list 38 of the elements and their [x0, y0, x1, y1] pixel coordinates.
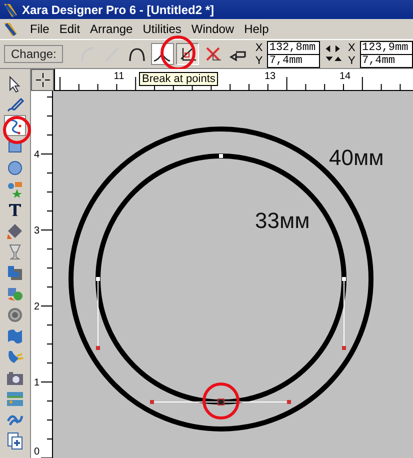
y-field[interactable]: 7,4mm: [360, 54, 413, 68]
ruler-label: 0: [34, 446, 40, 458]
highlight-circle: [202, 382, 240, 420]
ruler-label: 13: [264, 71, 276, 82]
node-handle[interactable]: [219, 154, 223, 158]
change-label: Change:: [4, 45, 64, 63]
menu-item[interactable]: Edit: [54, 22, 86, 36]
ruler-label: 1: [34, 378, 40, 388]
ruler-label: 2: [34, 302, 40, 312]
y-label: Y: [255, 54, 264, 66]
tooltip: Break at points: [139, 72, 218, 86]
node-handle[interactable]: [96, 277, 100, 281]
ruler-label: 11: [114, 71, 124, 82]
highlight-circle: [160, 35, 196, 71]
x-field[interactable]: 132,8mm: [267, 40, 320, 54]
ruler-label: 4: [34, 150, 40, 160]
app-logo-icon: [3, 2, 19, 18]
menu-item[interactable]: Utilities: [138, 22, 186, 36]
ruler-origin-icon[interactable]: [31, 69, 54, 91]
x-label: X: [348, 42, 356, 54]
dimension-label: 40мм: [329, 145, 384, 171]
y-label: Y: [348, 54, 356, 66]
x-field[interactable]: 123,9mm: [360, 40, 413, 54]
selected-node[interactable]: [218, 398, 224, 406]
menu-item[interactable]: Help: [239, 22, 274, 36]
menu-item[interactable]: File: [25, 22, 54, 36]
dimension-label: 33мм: [255, 208, 310, 234]
app-logo-icon[interactable]: [3, 21, 19, 37]
x-label: X: [255, 42, 264, 54]
ruler-label: 3: [34, 226, 40, 236]
smooth-icon: [127, 45, 148, 63]
y-field[interactable]: 7,4mm: [267, 54, 320, 68]
menu-item[interactable]: Window: [186, 22, 240, 36]
highlight-circle: [2, 115, 32, 145]
menu-item[interactable]: Arrange: [85, 22, 138, 36]
window-title: Xara Designer Pro 6 - [Untitled2 *]: [22, 2, 214, 16]
node-handle[interactable]: [342, 277, 346, 281]
ruler-label: 14: [339, 71, 351, 82]
